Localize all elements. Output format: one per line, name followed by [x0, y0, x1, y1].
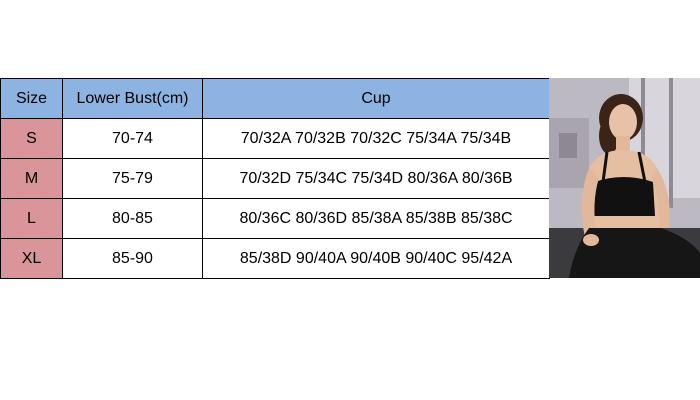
table-row: S 70-74 70/32A 70/32B 70/32C 75/34A 75/3… — [0, 118, 550, 159]
size-cell: L — [0, 198, 63, 239]
header-cup: Cup — [202, 78, 550, 119]
size-chart-table: Size Lower Bust(cm) Cup S 70-74 70/32A 7… — [0, 78, 550, 279]
table-row: M 75-79 70/32D 75/34C 75/34D 80/36A 80/3… — [0, 158, 550, 199]
table-header-row: Size Lower Bust(cm) Cup — [0, 78, 550, 119]
lower-bust-cell: 75-79 — [62, 158, 203, 199]
model-photo — [549, 78, 700, 278]
cup-cell: 70/32A 70/32B 70/32C 75/34A 75/34B — [202, 118, 550, 159]
size-cell: S — [0, 118, 63, 159]
table-row: XL 85-90 85/38D 90/40A 90/40B 90/40C 95/… — [0, 238, 550, 279]
lower-bust-cell: 85-90 — [62, 238, 203, 279]
size-chart-page: Size Lower Bust(cm) Cup S 70-74 70/32A 7… — [0, 0, 700, 400]
cup-cell: 70/32D 75/34C 75/34D 80/36A 80/36B — [202, 158, 550, 199]
cup-cell: 85/38D 90/40A 90/40B 90/40C 95/42A — [202, 238, 550, 279]
header-lower-bust: Lower Bust(cm) — [62, 78, 203, 119]
size-cell: M — [0, 158, 63, 199]
lower-bust-cell: 80-85 — [62, 198, 203, 239]
cup-cell: 80/36C 80/36D 85/38A 85/38B 85/38C — [202, 198, 550, 239]
lower-bust-cell: 70-74 — [62, 118, 203, 159]
size-cell: XL — [0, 238, 63, 279]
header-size: Size — [0, 78, 63, 119]
model-illustration — [549, 78, 700, 278]
table-row: L 80-85 80/36C 80/36D 85/38A 85/38B 85/3… — [0, 198, 550, 239]
